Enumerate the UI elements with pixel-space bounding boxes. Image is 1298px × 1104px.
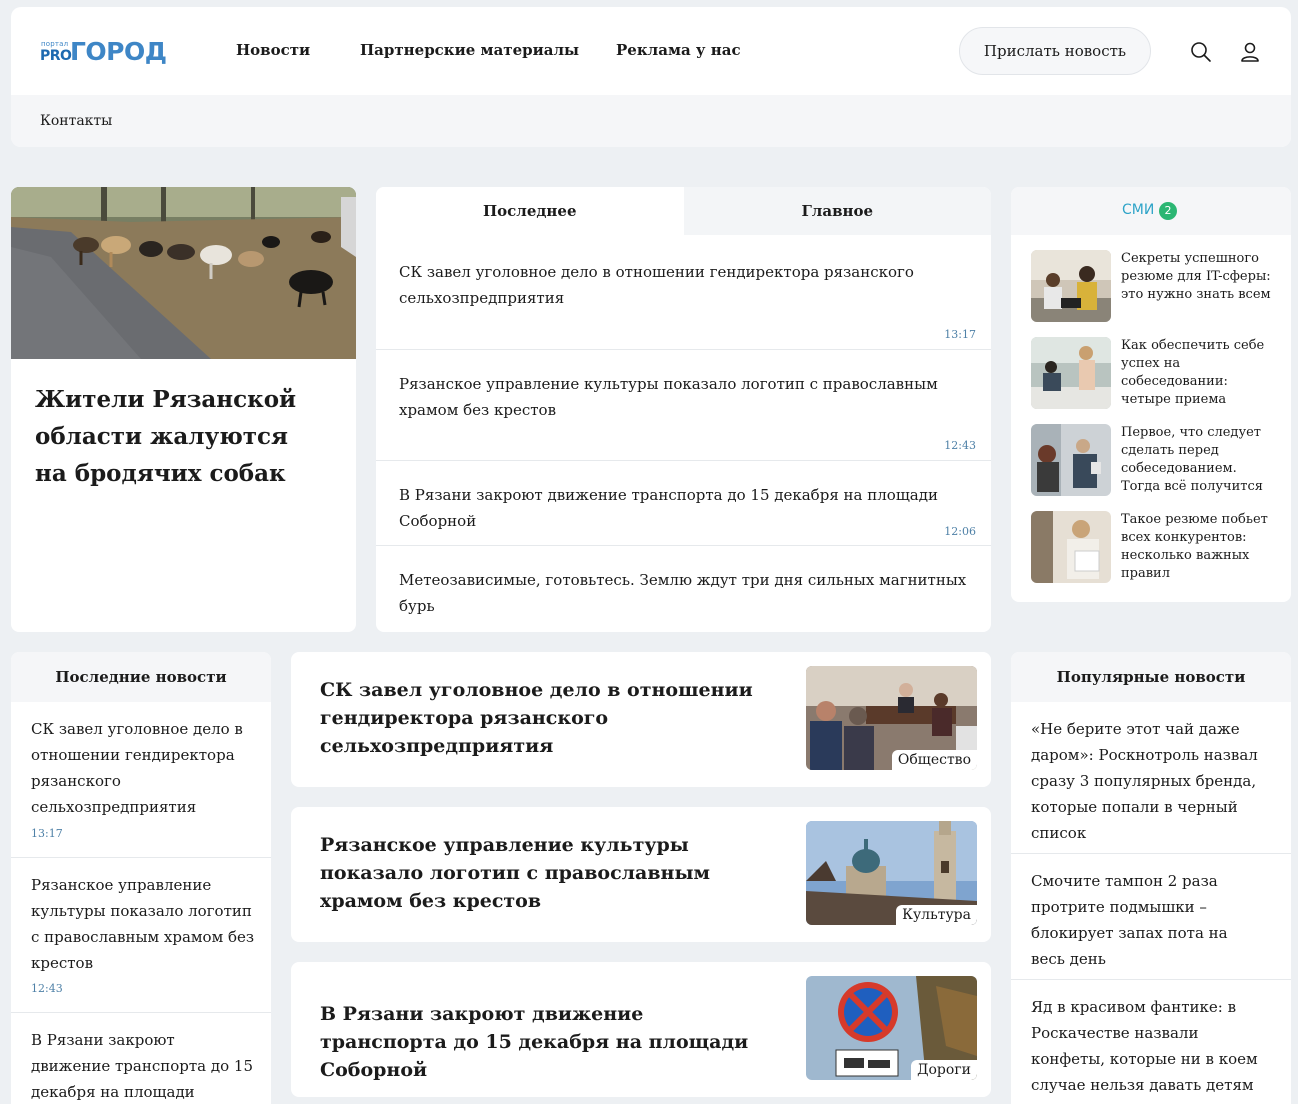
hero-image (11, 187, 356, 359)
latest-news-title: Последние новости (11, 652, 271, 702)
news-card[interactable]: В Рязани закроют движение транспорта до … (291, 962, 991, 1097)
latest-news-text: Рязанское управление культуры показало л… (31, 876, 255, 972)
smi-item-text: Первое, что следует сделать перед собесе… (1121, 425, 1263, 494)
site-header: портал PRO ГОРОД Новости Партнерские мат… (11, 7, 1291, 147)
popular-news-item[interactable]: Смочите тампон 2 раза протрите подмышки … (1011, 854, 1291, 980)
feed-item-text: Метеозависимые, готовьтесь. Землю ждут т… (399, 571, 967, 615)
latest-news-item[interactable]: СК завел уголовное дело в отношении генд… (11, 702, 271, 858)
latest-news-text: В Рязани закроют движение транспорта до … (31, 1031, 253, 1101)
latest-news-time: 13:17 (31, 827, 63, 840)
smi-title[interactable]: СМИ (1122, 202, 1154, 218)
feed-item[interactable]: Рязанское управление культуры показало л… (376, 350, 991, 461)
feed-item-time: 12:43 (944, 439, 976, 452)
feed-item[interactable]: В Рязани закроют движение транспорта до … (376, 461, 991, 546)
feed-item-text: В Рязани закроют движение транспорта до … (399, 486, 938, 530)
popular-news-title: Популярные новости (1011, 652, 1291, 702)
popular-news-text: Яд в красивом фантике: в Роскачестве наз… (1031, 998, 1258, 1094)
hero-card[interactable]: Жители Рязанской области жалуются на бро… (11, 187, 356, 632)
smi-item[interactable]: Секреты успешного резюме для IT-сферы: э… (1031, 250, 1281, 324)
feed-item-time: 12:06 (944, 525, 976, 538)
latest-news-panel: Последние новости СК завел уголовное дел… (11, 652, 271, 1104)
feed-item-text: СК завел уголовное дело в отношении генд… (399, 263, 914, 307)
news-card[interactable]: Рязанское управление культуры показало л… (291, 807, 991, 942)
news-card-title: В Рязани закроют движение транспорта до … (320, 1003, 749, 1081)
news-card-image: Культура (806, 821, 977, 925)
smi-item-text: Секреты успешного резюме для IT-сферы: э… (1121, 251, 1271, 302)
smi-item[interactable]: Первое, что следует сделать перед собесе… (1031, 424, 1281, 498)
user-icon[interactable] (1238, 40, 1262, 64)
news-card-image: Дороги (806, 976, 977, 1080)
latest-news-item[interactable]: Рязанское управление культуры показало л… (11, 858, 271, 1013)
smi-thumbnail (1031, 424, 1111, 496)
feed-item[interactable]: Метеозависимые, готовьтесь. Землю ждут т… (376, 546, 991, 632)
feed-panel: Последнее Главное СК завел уголовное дел… (376, 187, 991, 632)
feed-item-text: Рязанское управление культуры показало л… (399, 375, 938, 419)
news-card[interactable]: СК завел уголовное дело в отношении генд… (291, 652, 991, 787)
site-logo[interactable]: портал PRO ГОРОД (40, 37, 190, 67)
tab-latest[interactable]: Последнее (376, 187, 684, 235)
news-card-image: Общество (806, 666, 977, 770)
search-icon[interactable] (1189, 40, 1213, 64)
smi-item-text: Такое резюме побьет всех конкурентов: не… (1121, 512, 1268, 581)
popular-news-item[interactable]: «Не берите этот чай даже даром»: Роскнот… (1011, 702, 1291, 854)
news-card-tag[interactable]: Общество (891, 750, 977, 770)
logo-main-text: ГОРОД (70, 37, 167, 66)
send-news-button[interactable]: Прислать новость (959, 27, 1151, 75)
hero-title[interactable]: Жители Рязанской области жалуются на бро… (35, 381, 325, 492)
news-card-title: Рязанское управление культуры показало л… (320, 834, 711, 912)
popular-news-panel: Популярные новости «Не берите этот чай д… (1011, 652, 1291, 1104)
latest-news-item[interactable]: В Рязани закроют движение транспорта до … (11, 1013, 271, 1104)
nav-contacts[interactable]: Контакты (40, 113, 112, 129)
smi-thumbnail (1031, 337, 1111, 409)
nav-news[interactable]: Новости (236, 41, 310, 59)
smi-thumbnail (1031, 250, 1111, 322)
nav-partner-materials[interactable]: Партнерские материалы (360, 41, 579, 59)
feed-item-time: 13:17 (944, 328, 976, 341)
header-top-bar: портал PRO ГОРОД Новости Партнерские мат… (11, 7, 1291, 95)
smi-item[interactable]: Такое резюме побьет всех конкурентов: не… (1031, 511, 1281, 585)
smi-thumbnail (1031, 511, 1111, 583)
logo-pro-text: PRO (40, 48, 72, 64)
smi-item-text: Как обеспечить себе успех на собеседован… (1121, 338, 1265, 407)
tab-main[interactable]: Главное (683, 187, 991, 235)
popular-news-text: Смочите тампон 2 раза протрите подмышки … (1031, 872, 1228, 968)
smi-header: СМИ 2 (1011, 187, 1291, 235)
news-card-tag[interactable]: Дороги (911, 1060, 977, 1080)
smi-count-badge: 2 (1159, 202, 1177, 220)
feed-tabs: Последнее Главное (376, 187, 991, 235)
nav-advertising[interactable]: Реклама у нас (616, 41, 741, 59)
smi-item[interactable]: Как обеспечить себе успех на собеседован… (1031, 337, 1281, 411)
feed-item[interactable]: СК завел уголовное дело в отношении генд… (376, 235, 991, 350)
popular-news-item[interactable]: Яд в красивом фантике: в Роскачестве наз… (1011, 980, 1291, 1104)
news-card-title: СК завел уголовное дело в отношении генд… (320, 679, 753, 757)
popular-news-text: «Не берите этот чай даже даром»: Роскнот… (1031, 720, 1258, 842)
logo-small-text: портал (41, 40, 69, 48)
news-card-tag[interactable]: Культура (896, 905, 977, 925)
latest-news-text: СК завел уголовное дело в отношении генд… (31, 720, 243, 816)
latest-news-time: 12:43 (31, 982, 63, 995)
header-secondary-bar: Контакты (11, 95, 1291, 147)
smi-panel: СМИ 2 Секреты успешного резюме для IT-сф… (1011, 187, 1291, 602)
